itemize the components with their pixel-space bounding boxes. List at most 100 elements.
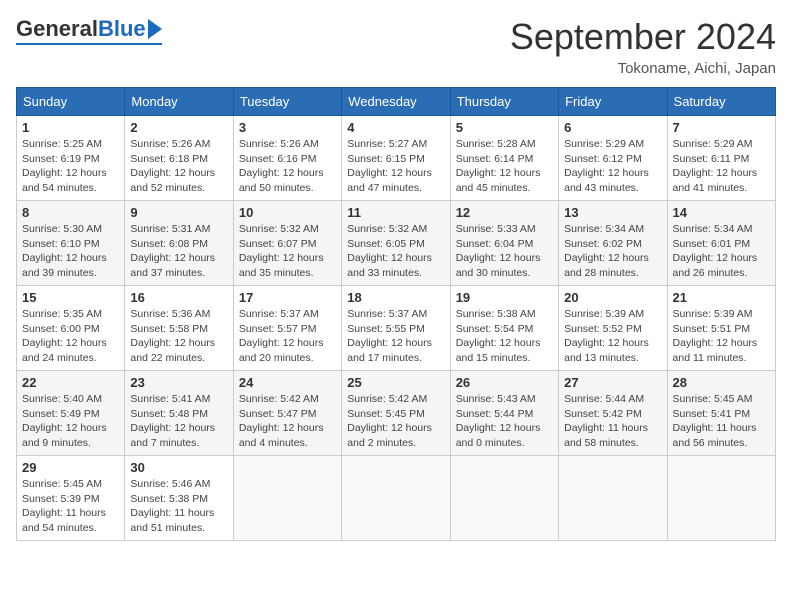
day-detail: Sunrise: 5:40 AM Sunset: 5:49 PM Dayligh…: [22, 392, 119, 451]
month-title: September 2024: [510, 16, 776, 58]
calendar-cell: 9Sunrise: 5:31 AM Sunset: 6:08 PM Daylig…: [125, 201, 233, 286]
day-detail: Sunrise: 5:30 AM Sunset: 6:10 PM Dayligh…: [22, 222, 119, 281]
calendar-cell: 3 Sunrise: 5:26 AM Sunset: 6:16 PM Daylig…: [233, 116, 341, 201]
day-number: 6: [564, 120, 661, 135]
day-number: 29: [22, 460, 119, 475]
calendar-cell: 21 Sunrise: 5:39 AM Sunset: 5:51 PM Dayli…: [667, 286, 775, 371]
title-section: September 2024 Tokoname, Aichi, Japan: [510, 16, 776, 77]
calendar-cell: 20 Sunrise: 5:39 AM Sunset: 5:52 PM Dayli…: [559, 286, 667, 371]
day-number: 19: [456, 290, 553, 305]
week-row-2: 8 Sunrise: 5:30 AM Sunset: 6:10 PM Daylig…: [17, 201, 776, 286]
logo-arrow-icon: [148, 19, 162, 39]
day-detail: Sunrise: 5:33 AM Sunset: 6:04 PM Dayligh…: [456, 222, 553, 281]
calendar-cell: [559, 456, 667, 541]
day-number: 18: [347, 290, 444, 305]
calendar-cell: 24Sunrise: 5:42 AM Sunset: 5:47 PM Dayli…: [233, 371, 341, 456]
day-number: 14: [673, 205, 770, 220]
day-number: 28: [673, 375, 770, 390]
calendar-cell: 6Sunrise: 5:29 AM Sunset: 6:12 PM Daylig…: [559, 116, 667, 201]
calendar-cell: 13 Sunrise: 5:34 AM Sunset: 6:02 PM Dayli…: [559, 201, 667, 286]
calendar-cell: 16 Sunrise: 5:36 AM Sunset: 5:58 PM Dayli…: [125, 286, 233, 371]
day-number: 7: [673, 120, 770, 135]
calendar-cell: 25Sunrise: 5:42 AM Sunset: 5:45 PM Dayli…: [342, 371, 450, 456]
day-number: 15: [22, 290, 119, 305]
day-detail: Sunrise: 5:28 AM Sunset: 6:14 PM Dayligh…: [456, 137, 553, 196]
day-detail: Sunrise: 5:39 AM Sunset: 5:52 PM Dayligh…: [564, 307, 661, 366]
logo-general: General: [16, 16, 98, 42]
day-number: 17: [239, 290, 336, 305]
day-detail: Sunrise: 5:45 AM Sunset: 5:39 PM Dayligh…: [22, 477, 119, 536]
day-number: 3: [239, 120, 336, 135]
calendar-cell: 7Sunrise: 5:29 AM Sunset: 6:11 PM Daylig…: [667, 116, 775, 201]
day-detail: Sunrise: 5:41 AM Sunset: 5:48 PM Dayligh…: [130, 392, 227, 451]
calendar-cell: 23Sunrise: 5:41 AM Sunset: 5:48 PM Dayli…: [125, 371, 233, 456]
calendar-cell: 29 Sunrise: 5:45 AM Sunset: 5:39 PM Dayli…: [17, 456, 125, 541]
day-detail: Sunrise: 5:31 AM Sunset: 6:08 PM Dayligh…: [130, 222, 227, 281]
col-header-tuesday: Tuesday: [233, 88, 341, 116]
day-detail: Sunrise: 5:45 AM Sunset: 5:41 PM Dayligh…: [673, 392, 770, 451]
day-detail: Sunrise: 5:34 AM Sunset: 6:01 PM Dayligh…: [673, 222, 770, 281]
calendar-cell: 27 Sunrise: 5:44 AM Sunset: 5:42 PM Dayli…: [559, 371, 667, 456]
day-number: 4: [347, 120, 444, 135]
day-number: 21: [673, 290, 770, 305]
day-detail: Sunrise: 5:37 AM Sunset: 5:55 PM Dayligh…: [347, 307, 444, 366]
day-number: 13: [564, 205, 661, 220]
calendar-cell: 8 Sunrise: 5:30 AM Sunset: 6:10 PM Daylig…: [17, 201, 125, 286]
calendar-cell: 22 Sunrise: 5:40 AM Sunset: 5:49 PM Dayli…: [17, 371, 125, 456]
calendar-cell: 30 Sunrise: 5:46 AM Sunset: 5:38 PM Dayli…: [125, 456, 233, 541]
week-row-1: 1 Sunrise: 5:25 AM Sunset: 6:19 PM Daylig…: [17, 116, 776, 201]
week-row-5: 29 Sunrise: 5:45 AM Sunset: 5:39 PM Dayli…: [17, 456, 776, 541]
day-number: 27: [564, 375, 661, 390]
col-header-saturday: Saturday: [667, 88, 775, 116]
day-detail: Sunrise: 5:36 AM Sunset: 5:58 PM Dayligh…: [130, 307, 227, 366]
calendar-cell: 5Sunrise: 5:28 AM Sunset: 6:14 PM Daylig…: [450, 116, 558, 201]
day-detail: Sunrise: 5:32 AM Sunset: 6:05 PM Dayligh…: [347, 222, 444, 281]
calendar-cell: 10 Sunrise: 5:32 AM Sunset: 6:07 PM Dayli…: [233, 201, 341, 286]
col-header-friday: Friday: [559, 88, 667, 116]
day-detail: Sunrise: 5:39 AM Sunset: 5:51 PM Dayligh…: [673, 307, 770, 366]
calendar-cell: 17 Sunrise: 5:37 AM Sunset: 5:57 PM Dayli…: [233, 286, 341, 371]
day-number: 2: [130, 120, 227, 135]
day-number: 1: [22, 120, 119, 135]
day-detail: Sunrise: 5:44 AM Sunset: 5:42 PM Dayligh…: [564, 392, 661, 451]
calendar-cell: 1 Sunrise: 5:25 AM Sunset: 6:19 PM Daylig…: [17, 116, 125, 201]
day-number: 10: [239, 205, 336, 220]
col-header-thursday: Thursday: [450, 88, 558, 116]
calendar-cell: 12 Sunrise: 5:33 AM Sunset: 6:04 PM Dayli…: [450, 201, 558, 286]
calendar-cell: [667, 456, 775, 541]
day-detail: Sunrise: 5:35 AM Sunset: 6:00 PM Dayligh…: [22, 307, 119, 366]
day-detail: Sunrise: 5:42 AM Sunset: 5:47 PM Dayligh…: [239, 392, 336, 451]
day-number: 11: [347, 205, 444, 220]
day-number: 22: [22, 375, 119, 390]
day-number: 16: [130, 290, 227, 305]
calendar-cell: 14 Sunrise: 5:34 AM Sunset: 6:01 PM Dayli…: [667, 201, 775, 286]
calendar-cell: 4 Sunrise: 5:27 AM Sunset: 6:15 PM Daylig…: [342, 116, 450, 201]
calendar-header-row: SundayMondayTuesdayWednesdayThursdayFrid…: [17, 88, 776, 116]
calendar-cell: 19Sunrise: 5:38 AM Sunset: 5:54 PM Dayli…: [450, 286, 558, 371]
day-detail: Sunrise: 5:32 AM Sunset: 6:07 PM Dayligh…: [239, 222, 336, 281]
location: Tokoname, Aichi, Japan: [510, 60, 776, 77]
calendar-cell: [233, 456, 341, 541]
day-detail: Sunrise: 5:25 AM Sunset: 6:19 PM Dayligh…: [22, 137, 119, 196]
col-header-sunday: Sunday: [17, 88, 125, 116]
week-row-4: 22 Sunrise: 5:40 AM Sunset: 5:49 PM Dayli…: [17, 371, 776, 456]
day-detail: Sunrise: 5:42 AM Sunset: 5:45 PM Dayligh…: [347, 392, 444, 451]
day-number: 30: [130, 460, 227, 475]
day-detail: Sunrise: 5:34 AM Sunset: 6:02 PM Dayligh…: [564, 222, 661, 281]
day-detail: Sunrise: 5:46 AM Sunset: 5:38 PM Dayligh…: [130, 477, 227, 536]
calendar-cell: 15 Sunrise: 5:35 AM Sunset: 6:00 PM Dayli…: [17, 286, 125, 371]
day-detail: Sunrise: 5:27 AM Sunset: 6:15 PM Dayligh…: [347, 137, 444, 196]
day-number: 20: [564, 290, 661, 305]
calendar-cell: [450, 456, 558, 541]
logo-blue: Blue: [98, 16, 146, 42]
col-header-monday: Monday: [125, 88, 233, 116]
day-number: 12: [456, 205, 553, 220]
day-number: 8: [22, 205, 119, 220]
calendar-cell: 28 Sunrise: 5:45 AM Sunset: 5:41 PM Dayli…: [667, 371, 775, 456]
calendar-cell: 2Sunrise: 5:26 AM Sunset: 6:18 PM Daylig…: [125, 116, 233, 201]
calendar-cell: 26Sunrise: 5:43 AM Sunset: 5:44 PM Dayli…: [450, 371, 558, 456]
week-row-3: 15 Sunrise: 5:35 AM Sunset: 6:00 PM Dayli…: [17, 286, 776, 371]
day-detail: Sunrise: 5:26 AM Sunset: 6:16 PM Dayligh…: [239, 137, 336, 196]
day-detail: Sunrise: 5:37 AM Sunset: 5:57 PM Dayligh…: [239, 307, 336, 366]
day-number: 26: [456, 375, 553, 390]
